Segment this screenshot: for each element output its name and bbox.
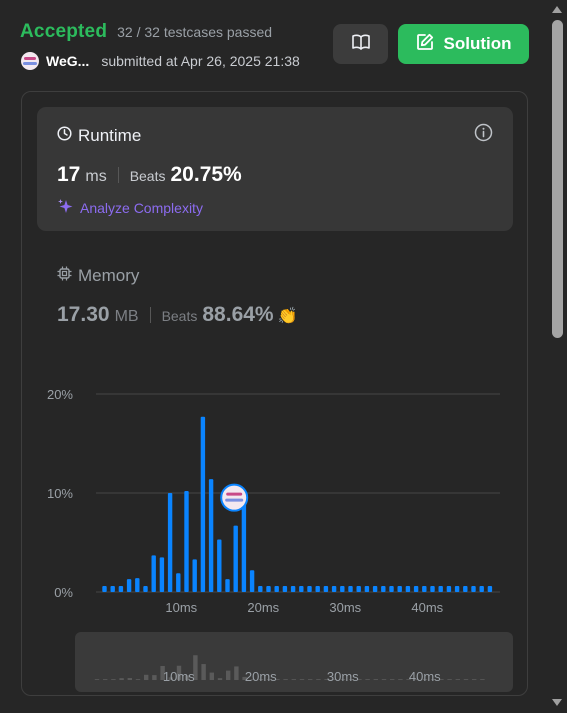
- chart-bar[interactable]: [241, 495, 247, 592]
- navigator-bar: [283, 679, 288, 680]
- chart-bar[interactable]: [364, 586, 370, 592]
- navigator-bar: [472, 679, 477, 680]
- chart-bar[interactable]: [233, 525, 238, 592]
- navigator-bar: [447, 679, 452, 680]
- chart-bar[interactable]: [348, 586, 353, 592]
- navigator-bar: [398, 679, 403, 680]
- y-tick-label: 10%: [47, 486, 73, 501]
- runtime-distribution-chart[interactable]: 20% 10% 0% 10ms 20ms 30ms 40ms 10ms 20ms 30ms 40ms: [0, 0, 548, 713]
- chart-bar[interactable]: [266, 586, 271, 592]
- navigator-bar: [201, 664, 206, 680]
- chart-bar[interactable]: [340, 586, 345, 592]
- chart-bar[interactable]: [192, 559, 197, 592]
- chart-bar[interactable]: [126, 579, 132, 592]
- navigator-bar: [152, 675, 157, 680]
- chart-bar[interactable]: [438, 586, 443, 592]
- navigator-bar: [94, 679, 100, 680]
- chart-bar[interactable]: [331, 586, 337, 592]
- chart-bar[interactable]: [487, 586, 493, 592]
- chart-bar[interactable]: [397, 586, 402, 592]
- navigator-bar: [455, 679, 460, 680]
- navigator-bar: [234, 666, 239, 680]
- navigator-bar: [390, 679, 395, 680]
- chart-bar[interactable]: [307, 586, 312, 592]
- chart-bar[interactable]: [479, 586, 484, 592]
- user-position-avatar[interactable]: [220, 483, 249, 512]
- user-avatar-stripe: [225, 498, 244, 502]
- navigator-bar: [365, 679, 370, 680]
- chart-bar[interactable]: [422, 586, 427, 592]
- x-tick-label: 30ms: [329, 600, 361, 615]
- chart-bar[interactable]: [315, 586, 320, 592]
- navigator-bar: [217, 678, 223, 680]
- chart-bar[interactable]: [159, 557, 165, 592]
- navigator-bar: [381, 679, 387, 680]
- chart-bar[interactable]: [135, 578, 140, 592]
- chart-bar[interactable]: [225, 579, 230, 592]
- chart-bar[interactable]: [184, 491, 189, 592]
- chart-bar[interactable]: [299, 586, 304, 592]
- chart-bar[interactable]: [208, 479, 214, 592]
- chart-bar[interactable]: [217, 539, 222, 592]
- navigator-bar: [316, 679, 321, 680]
- chart-bar[interactable]: [463, 586, 468, 592]
- x-tick-label: 40ms: [411, 600, 443, 615]
- navigator-bar: [119, 678, 124, 680]
- chart-bar[interactable]: [102, 586, 107, 592]
- navigator-panel[interactable]: [75, 632, 513, 692]
- scroll-up-arrow-icon[interactable]: [552, 6, 562, 13]
- y-tick-label: 20%: [47, 387, 73, 402]
- chart-bar[interactable]: [389, 586, 394, 592]
- chart-bar[interactable]: [249, 570, 255, 592]
- x-tick-label: 20ms: [247, 600, 279, 615]
- x-tick-label: 10ms: [165, 600, 197, 615]
- submission-result-panel: Accepted 32 / 32 testcases passed WeG...…: [0, 0, 548, 713]
- navigator-bar: [135, 679, 141, 680]
- navigator-bar: [111, 679, 116, 680]
- chart-bar[interactable]: [454, 586, 460, 592]
- navigator-bar: [463, 679, 469, 680]
- navigator-bar: [308, 679, 313, 680]
- chart-bar[interactable]: [290, 586, 296, 592]
- navigator-bar: [480, 679, 485, 680]
- chart-bar[interactable]: [258, 586, 263, 592]
- chart-bar[interactable]: [430, 586, 435, 592]
- navigator-bar: [299, 679, 305, 680]
- scroll-down-arrow-icon[interactable]: [552, 699, 562, 706]
- navigator-tick-label: 30ms: [327, 669, 359, 684]
- chart-bar[interactable]: [200, 416, 206, 592]
- navigator-bar: [373, 679, 378, 680]
- chart-bar[interactable]: [413, 586, 419, 592]
- chart-bar[interactable]: [471, 586, 476, 592]
- navigator-bar: [226, 670, 231, 680]
- scrollbar-thumb[interactable]: [552, 20, 563, 338]
- chart-bar[interactable]: [405, 586, 411, 592]
- chart-bar[interactable]: [372, 586, 378, 592]
- navigator-tick-label: 20ms: [245, 669, 277, 684]
- chart-bar[interactable]: [110, 586, 115, 592]
- chart-bar[interactable]: [282, 586, 288, 592]
- chart-bar[interactable]: [446, 586, 452, 592]
- navigator-tick-label: 40ms: [409, 669, 441, 684]
- y-tick-label: 0%: [54, 585, 73, 600]
- chart-bar[interactable]: [143, 586, 148, 592]
- chart-bar[interactable]: [176, 573, 181, 592]
- navigator-bar: [144, 674, 149, 680]
- user-avatar-stripe: [226, 492, 243, 496]
- chart-bar[interactable]: [151, 555, 156, 592]
- chart-bar[interactable]: [274, 586, 279, 592]
- navigator-bar: [291, 679, 296, 680]
- chart-bar[interactable]: [381, 586, 386, 592]
- navigator-bar: [103, 679, 108, 680]
- navigator-tick-label: 10ms: [163, 669, 195, 684]
- navigator-bar: [209, 672, 214, 680]
- chart-bar[interactable]: [356, 586, 361, 592]
- chart-bar[interactable]: [118, 586, 124, 592]
- chart-bar[interactable]: [323, 586, 329, 592]
- navigator-bar: [127, 678, 132, 680]
- chart-bar[interactable]: [167, 493, 173, 592]
- scrollbar[interactable]: [548, 0, 567, 713]
